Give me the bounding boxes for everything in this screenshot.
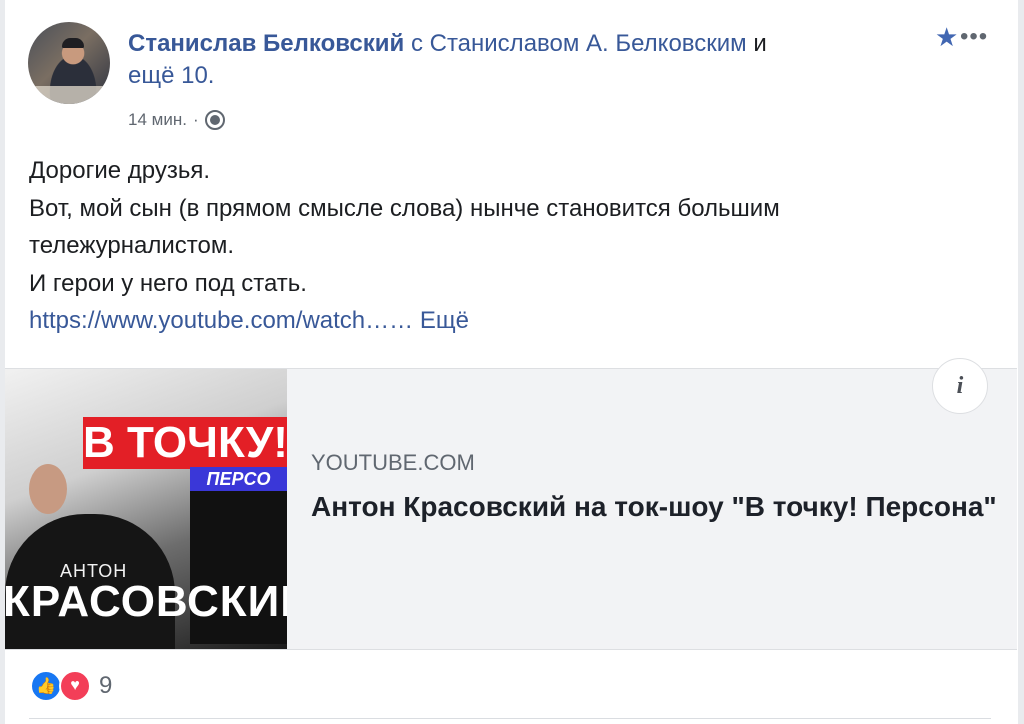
post-link-line: https://www.youtube.com/watch…… Ещё (29, 302, 989, 340)
post-link[interactable]: https://www.youtube.com/watch…… (29, 307, 413, 334)
link-thumbnail[interactable]: В ТОЧКУ! ПЕРСО АНТОН КРАСОВСКИЙ (5, 369, 287, 649)
reactions-bar[interactable]: 👍 ♥ 9 (30, 670, 112, 702)
body-line-1: Дорогие друзья. (29, 157, 210, 184)
star-icon[interactable]: ★ (935, 24, 958, 50)
link-source: YOUTUBE.COM (311, 450, 475, 475)
meta-separator: · (192, 110, 199, 129)
reaction-count: 9 (99, 672, 113, 699)
thumb-brand-subtitle: ПЕРСО (190, 467, 287, 491)
more-options-icon[interactable]: ••• (960, 24, 988, 50)
body-line-2: Вот, мой сын (в прямом смысле слова) нын… (29, 194, 780, 222)
see-more-link[interactable]: Ещё (420, 307, 469, 334)
post-meta: 14 мин. · (128, 110, 225, 130)
globe-icon[interactable] (204, 110, 225, 130)
divider (29, 718, 991, 719)
post-header: Станислав Белковский с Станиславом А. Бе… (128, 28, 908, 92)
timestamp[interactable]: 14 мин. (128, 110, 187, 130)
thumb-name-large: КРАСОВСКИЙ (5, 577, 287, 626)
info-icon[interactable]: i (932, 358, 988, 414)
body-line-4: И герои у него под стать. (29, 269, 307, 297)
post-body: Дорогие друзья. Вот, мой сын (в прямом с… (29, 152, 989, 340)
others-text[interactable]: ещё 10. (128, 62, 214, 89)
avatar-hair (62, 38, 84, 48)
author-name[interactable]: Станислав Белковский (128, 30, 404, 57)
thumb-person-head (29, 464, 67, 514)
like-icon: 👍 (30, 670, 62, 702)
with-text[interactable]: с Станиславом А. Белковским (411, 30, 747, 57)
avatar-table (28, 86, 110, 104)
thumb-brand-title: В ТОЧКУ! (83, 417, 287, 469)
and-text: и (753, 30, 767, 57)
avatar[interactable] (28, 22, 110, 104)
love-icon: ♥ (59, 670, 91, 702)
link-title[interactable]: Антон Красовский на ток-шоу "В точку! Пе… (311, 487, 1001, 526)
body-line-3: тележурналистом. (29, 232, 235, 259)
frame-right (1018, 0, 1024, 724)
